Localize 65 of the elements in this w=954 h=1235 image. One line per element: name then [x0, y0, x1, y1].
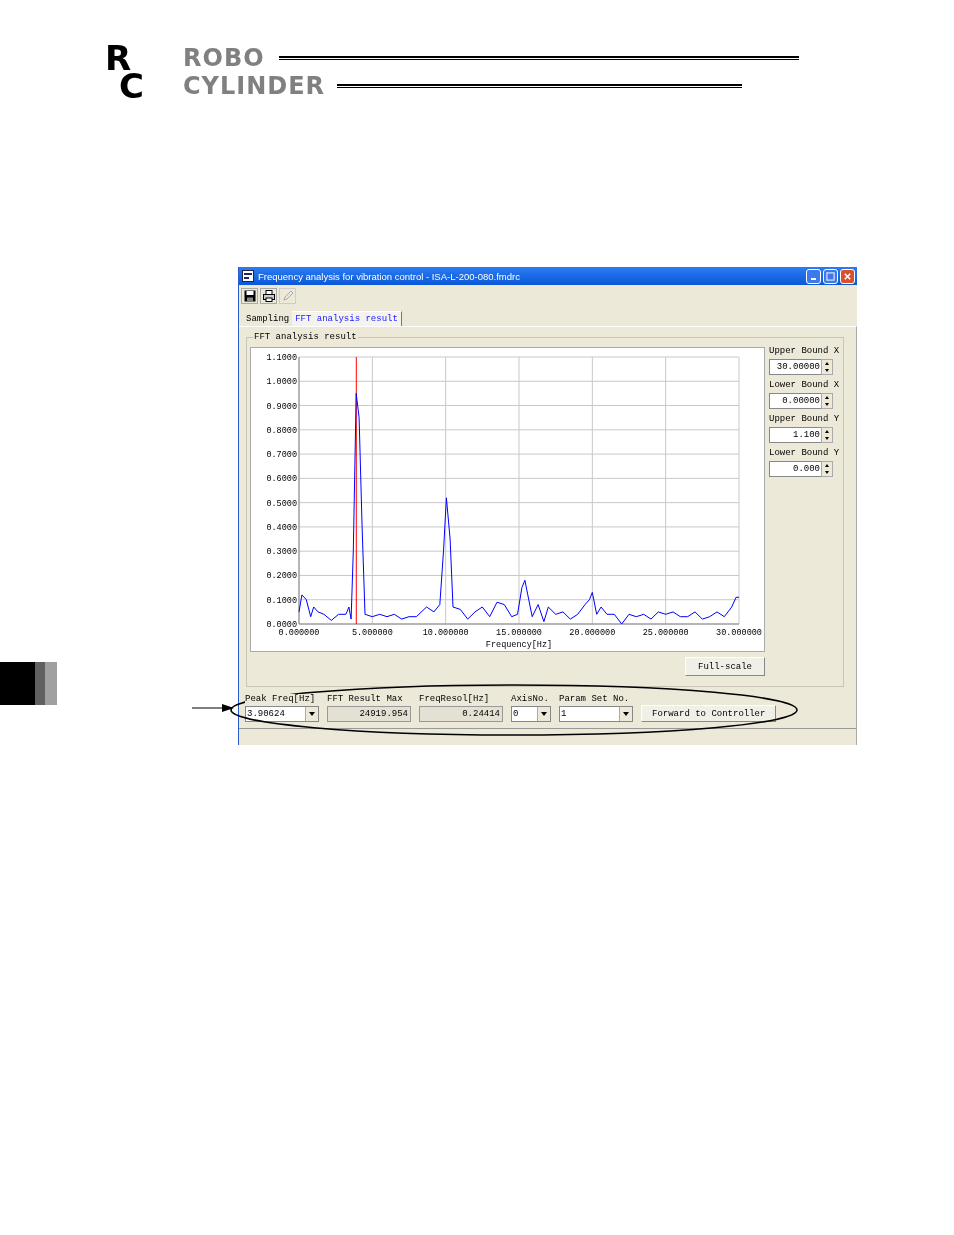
- y-tick-label: 0.2000: [266, 571, 297, 582]
- y-tick-label: 0.7000: [266, 450, 297, 461]
- y-tick-label: 1.0000: [266, 377, 297, 388]
- field-label: AxisNo.: [511, 694, 549, 704]
- y-tick-label: 0.8000: [266, 425, 297, 436]
- x-tick-label: 5.000000: [351, 628, 393, 638]
- app-icon: [242, 270, 254, 282]
- x-tick-label: 25.000000: [642, 628, 689, 638]
- y-tick-label: 0.6000: [266, 474, 297, 485]
- y-tick-label: 0.5000: [266, 498, 297, 509]
- y-tick-label: 0.0000: [266, 620, 297, 630]
- logo-word: ROBO: [183, 45, 265, 71]
- y-tick-label: 1.1000: [266, 353, 297, 363]
- pointer-arrow: [192, 703, 234, 713]
- field-label: FreqResol[Hz]: [419, 694, 490, 704]
- forward-button[interactable]: Forward to Controller: [641, 705, 777, 722]
- maximize-button[interactable]: [823, 268, 838, 284]
- x-tick-label: 20.000000: [569, 628, 616, 638]
- field-label: FFT Result Max: [327, 694, 403, 704]
- x-tick-label: 30.000000: [716, 628, 762, 638]
- spin-field[interactable]: 1.100: [769, 427, 821, 443]
- spin-field[interactable]: 30.00000: [769, 359, 821, 375]
- close-button[interactable]: [840, 268, 855, 284]
- field-label: Peak Freq[Hz]: [245, 694, 316, 704]
- bound-label: Lower Bound Y: [769, 448, 840, 459]
- dropdown-field[interactable]: 0: [511, 706, 551, 722]
- y-tick-label: 0.9000: [266, 401, 297, 412]
- caret-icon: [619, 707, 632, 721]
- minimize-icon: [811, 277, 816, 280]
- x-tick-label: 15.000000: [496, 628, 542, 638]
- close-icon: [843, 271, 852, 281]
- x-axis-title: Frequency[Hz]: [485, 640, 553, 650]
- x-tick-label: 0.000000: [278, 628, 320, 638]
- y-tick-label: 0.3000: [266, 547, 297, 558]
- spin-field[interactable]: 0.00000: [769, 393, 821, 409]
- dropdown-field[interactable]: 3.90624: [245, 706, 319, 722]
- readonly-field: 24919.954: [327, 706, 411, 722]
- readonly-field: 0.24414: [419, 706, 503, 722]
- logo-mark: R C: [104, 44, 145, 100]
- tab[interactable]: FFT analysis result: [292, 311, 402, 326]
- bound-label: Upper Bound X: [769, 346, 840, 357]
- spinner-arrows-icon[interactable]: [821, 393, 833, 409]
- full-scale-button[interactable]: Full-scale: [685, 657, 765, 676]
- caret-icon: [537, 707, 550, 721]
- bound-label: Upper Bound Y: [769, 414, 840, 425]
- spin-field[interactable]: 0.000: [769, 461, 821, 477]
- save-button[interactable]: [241, 288, 258, 304]
- spinner-arrows-icon[interactable]: [821, 359, 833, 375]
- logo-word: CYLINDER: [183, 73, 326, 99]
- section-tab-marker: [0, 662, 57, 705]
- tab[interactable]: Sampling: [243, 311, 293, 326]
- maximize-icon: [826, 271, 835, 281]
- spinner-arrows-icon[interactable]: [821, 427, 833, 443]
- minimize-button[interactable]: [806, 268, 821, 284]
- field-label: Param Set No.: [559, 694, 630, 704]
- window-title: Frequency analysis for vibration control - ISA-L-200-080.fmdrc: [258, 270, 521, 282]
- y-tick-label: 0.4000: [266, 522, 297, 533]
- spinner-arrows-icon[interactable]: [821, 461, 833, 477]
- caret-icon: [305, 707, 318, 721]
- print-button[interactable]: [260, 288, 277, 304]
- group-title: FFT analysis result: [253, 331, 358, 343]
- dropdown-field[interactable]: 1: [559, 706, 633, 722]
- x-tick-label: 10.000000: [422, 628, 469, 638]
- y-tick-label: 0.1000: [266, 595, 297, 606]
- bound-label: Lower Bound X: [769, 380, 840, 391]
